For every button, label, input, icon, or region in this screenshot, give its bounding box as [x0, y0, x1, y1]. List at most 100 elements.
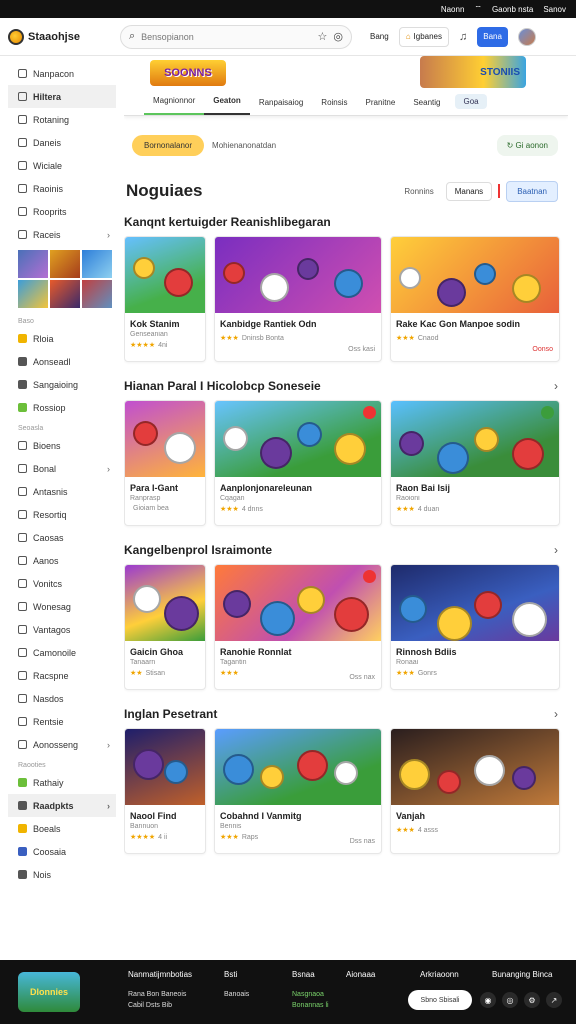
tab-pill[interactable]: Goa	[455, 94, 487, 109]
bell-icon[interactable]: ♫	[459, 31, 467, 43]
footer-logo[interactable]: Dlonnies	[18, 972, 80, 1012]
game-thumbnail[interactable]	[391, 237, 559, 313]
sidebar-item[interactable]: Rloia	[8, 327, 116, 350]
game-thumbnail[interactable]	[125, 401, 205, 477]
sidebar-item[interactable]: Aonosseng ›	[8, 733, 116, 756]
star-icon[interactable]: ☆	[318, 30, 328, 43]
sidebar-item[interactable]: Wonesag	[8, 595, 116, 618]
sidebar-item[interactable]: Nasdos	[8, 687, 116, 710]
thumbnail[interactable]	[50, 280, 80, 308]
sidebar-item[interactable]: Nanpacon	[8, 62, 116, 85]
sidebar-item[interactable]: Antasnis	[8, 480, 116, 503]
sidebar-item[interactable]: Rossiop	[8, 396, 116, 419]
sort-label[interactable]: Ronnins	[404, 187, 433, 196]
tab-0[interactable]: Magnionnor	[144, 91, 205, 115]
top-button-blue[interactable]: Bana	[477, 26, 508, 47]
top-button-igbanes[interactable]: ⌂ Igbanes	[398, 26, 449, 47]
game-thumbnail[interactable]	[125, 237, 205, 313]
section-title-text[interactable]: Kangelbenprol Israimonte	[124, 543, 272, 557]
game-card[interactable]: Naool Find Bannuon ★★★★ 4 ii	[124, 728, 206, 854]
tab-5[interactable]: Seantig	[404, 91, 449, 115]
game-card[interactable]: Gaicin Ghoa Tanaarn ★★ Stisan	[124, 564, 206, 690]
game-card[interactable]: Aanplonjonareleunan Cqagan ★★★ 4 dnns	[214, 400, 382, 526]
share-icon[interactable]: ↗	[546, 992, 562, 1008]
sidebar-item[interactable]: Racspne	[8, 664, 116, 687]
thumbnail[interactable]	[82, 280, 112, 308]
chevron-right-icon[interactable]: ›	[554, 379, 558, 393]
footer-link[interactable]: Bonannas li	[292, 1002, 329, 1009]
game-card[interactable]: Raon Bai Isij Raoioni ★★★ 4 duan	[390, 400, 560, 526]
game-thumbnail[interactable]	[215, 565, 381, 641]
header-blue-button[interactable]: Baatnan	[506, 180, 558, 202]
sidebar-item[interactable]: Vantagos	[8, 618, 116, 641]
sidebar-item[interactable]: Camonoile	[8, 641, 116, 664]
game-card[interactable]: Vanjah ★★★ 4 asss	[390, 728, 560, 854]
sidebar-item[interactable]: Aonseadl	[8, 350, 116, 373]
header-button[interactable]: Manans	[445, 181, 493, 201]
tab-4[interactable]: Pranitne	[357, 91, 405, 115]
gamepad-icon[interactable]: ◎	[333, 30, 343, 43]
game-card[interactable]: Para I-Gant Ranprasp Gioiam bea	[124, 400, 206, 526]
footer-link[interactable]: Cabil Dsts Bib	[128, 1002, 192, 1009]
thumbnail[interactable]	[18, 280, 48, 308]
sidebar-item[interactable]: Nois	[8, 863, 116, 886]
game-thumbnail[interactable]	[391, 401, 559, 477]
settings-icon[interactable]: ⚙	[524, 992, 540, 1008]
sidebar-item[interactable]: Daneis	[8, 131, 116, 154]
thumbnail[interactable]	[82, 250, 112, 278]
top-button-bang[interactable]: Bang	[364, 27, 395, 47]
game-thumbnail[interactable]	[391, 565, 559, 641]
sidebar-item[interactable]: Resortiq	[8, 503, 116, 526]
tab-1[interactable]: Geaton	[204, 91, 250, 115]
sidebar-item[interactable]: Hiltera	[8, 85, 116, 108]
footer-link[interactable]: Nasgnaoa	[292, 991, 329, 998]
chevron-right-icon[interactable]: ›	[554, 707, 558, 721]
sidebar-item[interactable]: Raadpkts ›	[8, 794, 116, 817]
section-title-text[interactable]: Inglan Pesetrant	[124, 707, 217, 721]
footer-link[interactable]: Rana Bon Baneois	[128, 991, 192, 998]
game-card[interactable]: Cobahnd I Vanmitg Bennis ★★★ Raps Dss nas	[214, 728, 382, 854]
sidebar-item[interactable]: Bonal ›	[8, 457, 116, 480]
thumbnail[interactable]	[18, 250, 48, 278]
sidebar-item[interactable]: Raceis ›	[8, 223, 116, 246]
footer-search-button[interactable]: Sbno Sbisali	[408, 990, 472, 1010]
tab-2[interactable]: Ranpaisaiog	[250, 91, 312, 115]
game-thumbnail[interactable]	[391, 729, 559, 805]
sidebar-item[interactable]: Coosaia	[8, 840, 116, 863]
game-thumbnail[interactable]	[125, 565, 205, 641]
game-card[interactable]: Rinnosh Bdiis Ronaai ★★★ Gonrs	[390, 564, 560, 690]
sidebar-item[interactable]: Wiciale	[8, 154, 116, 177]
game-thumbnail[interactable]	[215, 401, 381, 477]
target-icon[interactable]: ◎	[502, 992, 518, 1008]
sidebar-item[interactable]: Rentsie	[8, 710, 116, 733]
section-title-text[interactable]: Kanqnt kertuigder Reanishlibegaran	[124, 215, 331, 229]
sidebar-item[interactable]: Rathaiy	[8, 771, 116, 794]
tab-3[interactable]: Roinsis	[312, 91, 356, 115]
sidebar-item[interactable]: Boeals	[8, 817, 116, 840]
game-card[interactable]: Rake Kac Gon Manpoe sodin ★★★ Cnaod Oonso	[390, 236, 560, 362]
sidebar-item[interactable]: Sangaioing	[8, 373, 116, 396]
thumbnail[interactable]	[50, 250, 80, 278]
sidebar-item[interactable]: Raoinis	[8, 177, 116, 200]
gamepad-icon[interactable]: ◉	[480, 992, 496, 1008]
search-input[interactable]: ⌕ Bensopianon ☆ ◎	[120, 24, 352, 49]
filter-pill-primary[interactable]: Bornonalanor	[132, 134, 205, 156]
filter-text[interactable]: Mohienanonatdan	[212, 141, 489, 150]
banner-logo-left[interactable]: SOONNS	[150, 60, 226, 86]
game-card[interactable]: Ranohie Ronnlat Tagantin ★★★ Oss nax	[214, 564, 382, 690]
section-title-text[interactable]: Hianan Paral I Hicolobcp Soneseie	[124, 379, 321, 393]
sidebar-item[interactable]: Rooprits	[8, 200, 116, 223]
sidebar-item[interactable]: Bioens	[8, 434, 116, 457]
sidebar-item[interactable]: Vonitcs	[8, 572, 116, 595]
sidebar-item[interactable]: Aanos	[8, 549, 116, 572]
chevron-right-icon[interactable]: ›	[554, 543, 558, 557]
avatar[interactable]	[517, 27, 536, 46]
filter-pill-secondary[interactable]: ↻ Gi aonon	[496, 134, 558, 156]
game-card[interactable]: Kanbidge Rantiek Odn ★★★ Dninsb Bonta Oss k…	[214, 236, 382, 362]
game-thumbnail[interactable]	[215, 729, 381, 805]
sidebar-item[interactable]: Caosas	[8, 526, 116, 549]
game-thumbnail[interactable]	[215, 237, 381, 313]
banner-logo-right[interactable]: STONIIS	[420, 56, 526, 88]
app-logo[interactable]: Staaohjse	[8, 28, 120, 45]
game-thumbnail[interactable]	[125, 729, 205, 805]
